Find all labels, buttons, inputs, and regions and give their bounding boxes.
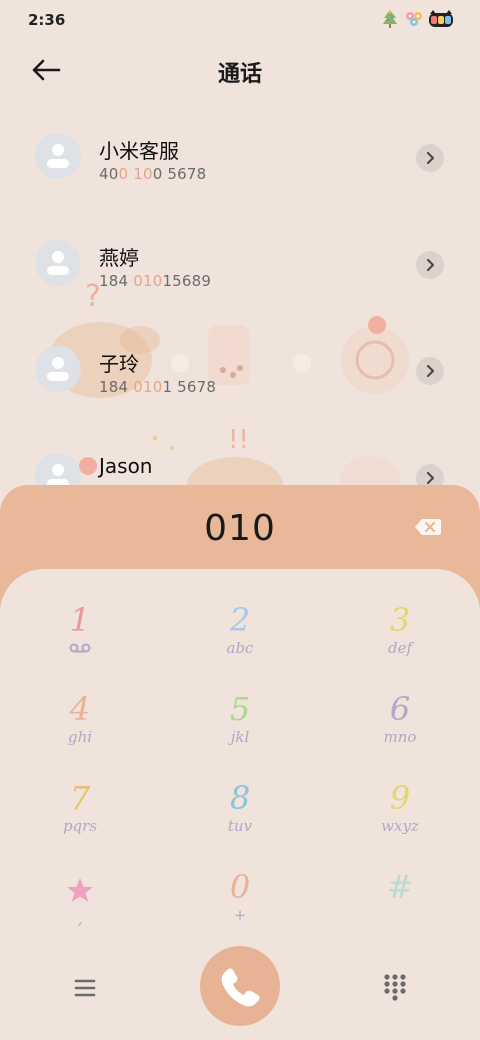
status-time: 2:36 xyxy=(28,11,66,29)
key-0[interactable]: 0 + xyxy=(160,856,320,944)
menu-button[interactable] xyxy=(70,976,100,1000)
voicemail-icon xyxy=(69,643,91,653)
contact-number: 400 100 5678 xyxy=(99,165,206,183)
christmas-tree-icon xyxy=(383,10,397,28)
key-digit: # xyxy=(386,868,414,906)
key-letters: abc xyxy=(226,639,254,657)
contact-name: Jason xyxy=(99,454,153,478)
number-part: 184 xyxy=(99,272,134,290)
key-digit: 6 xyxy=(389,690,411,728)
key-letters: mno xyxy=(383,728,417,746)
person-icon xyxy=(47,251,69,275)
avatar xyxy=(35,133,81,179)
key-letters: jkl xyxy=(230,728,250,746)
key-1[interactable]: 1 xyxy=(0,589,160,677)
person-icon xyxy=(47,144,69,168)
key-9[interactable]: 9 wxyz xyxy=(320,767,480,855)
key-letters: , xyxy=(77,910,83,928)
backspace-icon xyxy=(415,519,441,535)
key-digit: 5 xyxy=(229,690,251,728)
contact-name: 燕婷 xyxy=(99,246,139,270)
phone-icon xyxy=(221,968,260,1007)
number-part: 40 xyxy=(99,165,119,183)
key-digit: 7 xyxy=(69,779,91,817)
number-part: 0 5678 xyxy=(152,165,207,183)
call-button[interactable] xyxy=(200,946,280,1026)
chevron-right-icon xyxy=(426,258,435,272)
key-letters: def xyxy=(387,639,413,657)
dialpad-icon xyxy=(384,974,406,1001)
number-match: 0 xyxy=(118,165,129,183)
contact-detail-button[interactable] xyxy=(416,357,444,385)
bottom-bar xyxy=(0,940,480,1040)
page-title: 通话 xyxy=(217,62,262,87)
key-digit: 2 xyxy=(229,601,251,639)
contact-detail-button[interactable] xyxy=(416,251,444,279)
contact-number: 184 01015689 xyxy=(99,272,211,290)
backspace-button[interactable] xyxy=(413,516,443,538)
number-match: 010 xyxy=(133,272,163,290)
key-8[interactable]: 8 tuv xyxy=(160,767,320,855)
key-digit: 8 xyxy=(229,779,251,817)
key-letters: pqrs xyxy=(62,817,98,835)
person-icon xyxy=(47,357,69,381)
key-3[interactable]: 3 def xyxy=(320,589,480,677)
menu-icon xyxy=(74,979,96,997)
chevron-right-icon xyxy=(426,364,435,378)
key-digit: 0 xyxy=(229,868,251,906)
number-part: 1 5678 xyxy=(162,378,217,396)
avatar xyxy=(35,346,81,392)
status-icons xyxy=(380,9,454,29)
key-digit: 1 xyxy=(69,601,91,639)
cat-battery-icon xyxy=(429,10,453,27)
number-match: 010 xyxy=(133,378,163,396)
dialpad-toggle-button[interactable] xyxy=(382,973,408,1001)
flower-bunch-icon xyxy=(406,12,422,26)
contact-detail-button[interactable] xyxy=(416,144,444,172)
key-digit: 3 xyxy=(389,601,411,639)
key-6[interactable]: 6 mno xyxy=(320,678,480,766)
contact-name: 子玲 xyxy=(99,352,139,376)
number-part: 184 xyxy=(99,378,134,396)
contact-item[interactable]: 燕婷 184 01015689 xyxy=(0,215,480,315)
contact-item[interactable]: 子玲 184 0101 5678 xyxy=(0,321,480,421)
key-4[interactable]: 4 ghi xyxy=(0,678,160,766)
header: 通话 xyxy=(0,46,480,96)
chevron-right-icon xyxy=(426,151,435,165)
key-letters: ghi xyxy=(67,728,93,746)
key-letters: + xyxy=(233,906,247,924)
status-bar: 2:36 xyxy=(0,0,480,40)
number-match: 10 xyxy=(133,165,153,183)
key-7[interactable]: 7 pqrs xyxy=(0,767,160,855)
number-part: 15689 xyxy=(162,272,212,290)
key-digit: 9 xyxy=(389,779,411,817)
contact-name: 小米客服 xyxy=(99,139,179,163)
key-hash[interactable]: # xyxy=(320,856,480,944)
avatar xyxy=(35,240,81,286)
contact-number: 184 0101 5678 xyxy=(99,378,216,396)
key-letters: tuv xyxy=(227,817,253,835)
key-letters: wxyz xyxy=(381,817,419,835)
contact-item[interactable]: 小米客服 400 100 5678 xyxy=(0,108,480,208)
key-2[interactable]: 2 abc xyxy=(160,589,320,677)
dial-number-display[interactable]: 010 xyxy=(0,508,480,549)
key-digit: 4 xyxy=(69,690,91,728)
key-5[interactable]: 5 jkl xyxy=(160,678,320,766)
key-star[interactable]: , xyxy=(0,856,160,944)
